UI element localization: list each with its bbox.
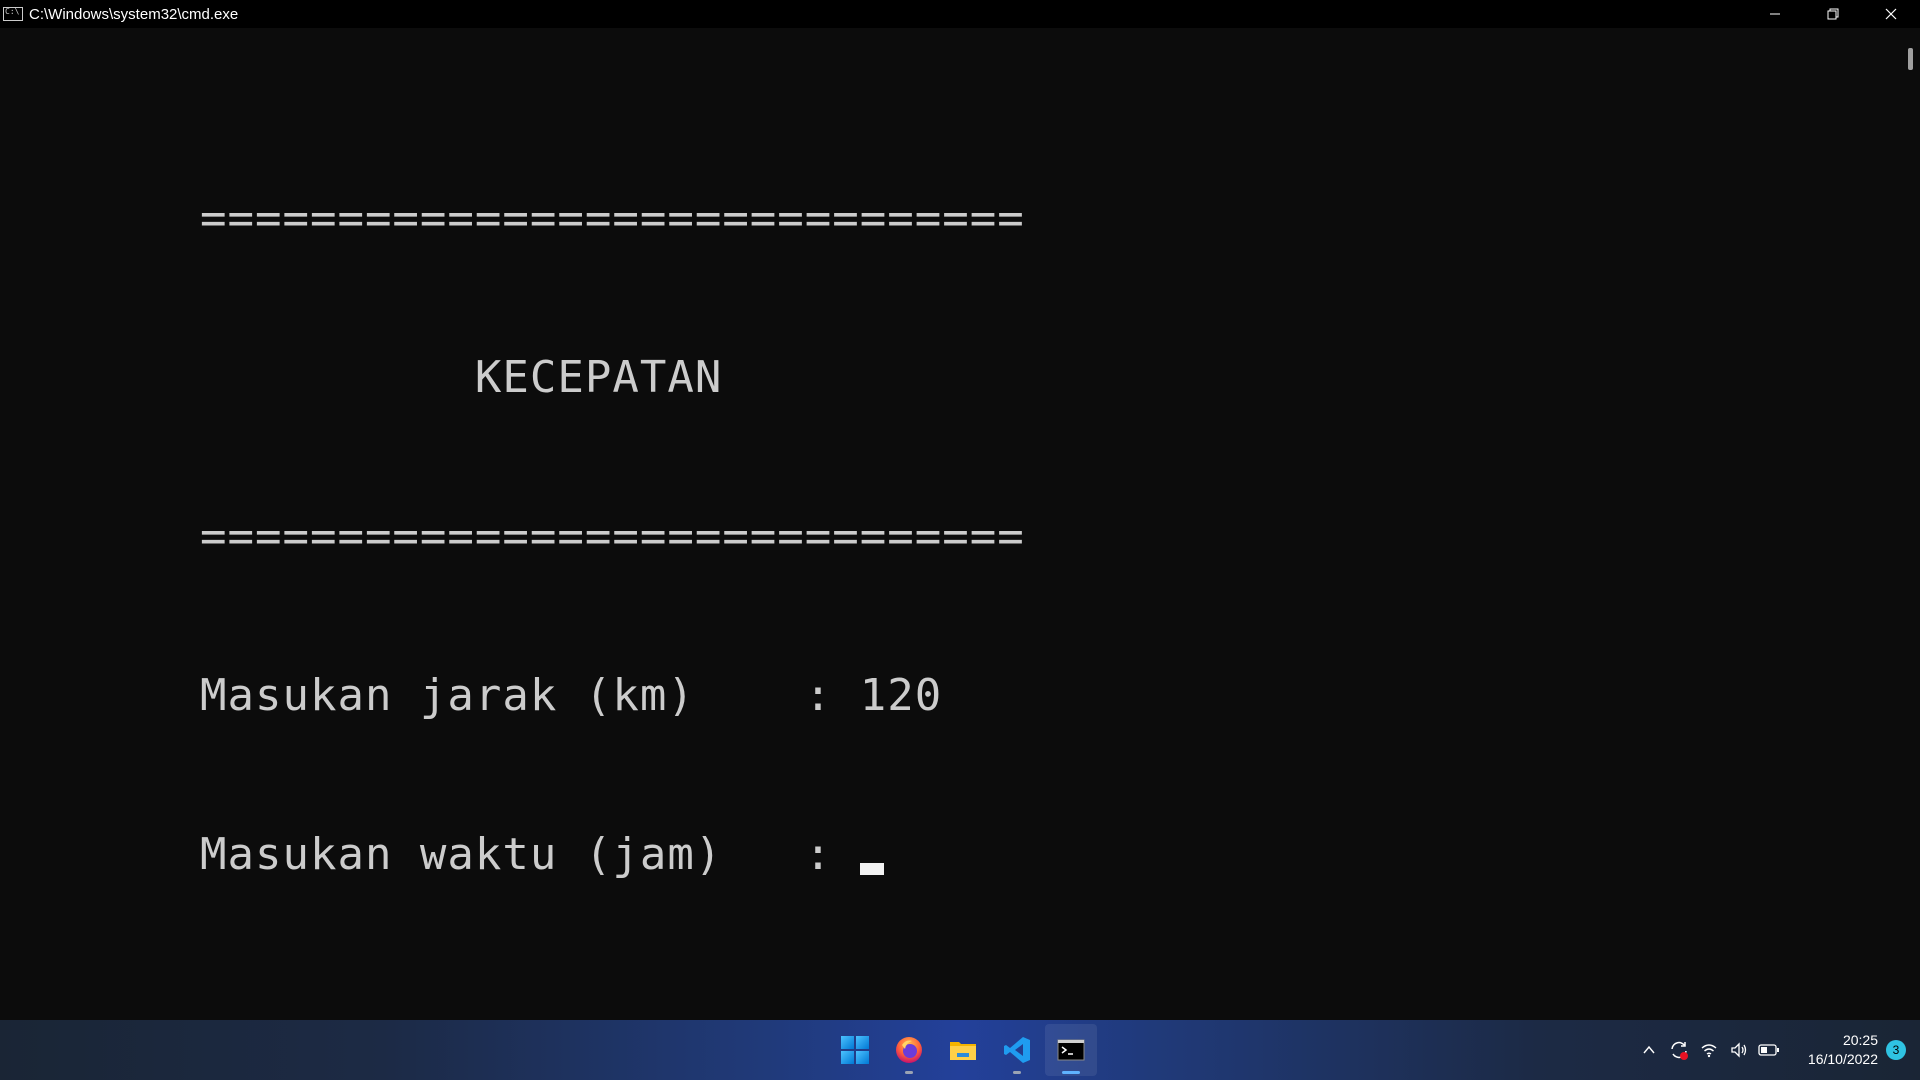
folder-icon [950,1042,976,1060]
taskbar-apps [828,1020,1098,1080]
separator-line: ============================== [200,511,1025,562]
distance-prompt: Masukan jarak (km) : 120 [200,670,943,721]
taskbar-clock[interactable]: 20:25 16/10/2022 [1794,1031,1878,1069]
cmd-app-icon [3,7,23,21]
close-icon [1885,8,1897,20]
speaker-icon [1731,1042,1747,1058]
running-indicator [905,1071,913,1074]
window-controls [1746,0,1920,28]
block-cursor [859,863,884,875]
network-button[interactable] [1694,1035,1724,1065]
clock-date: 16/10/2022 [1807,1051,1878,1067]
minimize-icon [1770,13,1780,15]
taskbar: 20:25 16/10/2022 3 [0,1020,1920,1080]
window-title: C:\Windows\system32\cmd.exe [29,5,239,23]
volume-button[interactable] [1724,1035,1754,1065]
sync-status-button[interactable] [1664,1035,1694,1065]
taskbar-command-prompt[interactable] [1045,1024,1097,1076]
restore-icon [1827,8,1839,20]
active-indicator [1062,1071,1080,1074]
console-output[interactable]: ============================== KECEPATAN… [200,86,1025,987]
system-tray: 20:25 16/10/2022 3 [1634,1020,1920,1080]
scrollbar-thumb[interactable] [1908,48,1913,70]
title-bar[interactable]: C:\Windows\system32\cmd.exe [0,0,1920,28]
chevron-up-icon [1643,1045,1655,1054]
vertical-scrollbar[interactable] [1894,28,1920,1020]
running-indicator [1013,1071,1021,1074]
start-button[interactable] [829,1024,881,1076]
vscode-icon [1004,1037,1030,1063]
taskbar-firefox[interactable] [883,1024,935,1076]
separator-line: ============================== [200,193,1025,244]
restore-button[interactable] [1804,0,1862,28]
close-button[interactable] [1862,0,1920,28]
wifi-icon [1701,1044,1717,1058]
battery-button[interactable] [1754,1035,1784,1065]
cmd-window: C:\Windows\system32\cmd.exe ============… [0,0,1920,1020]
time-prompt-line: Masukan waktu (jam) : [200,828,1025,881]
minimize-button[interactable] [1746,0,1804,28]
program-title: KECEPATAN [200,352,723,403]
terminal-icon [1057,1039,1085,1061]
windows-start-icon [841,1036,869,1064]
notification-badge[interactable]: 3 [1886,1040,1906,1060]
time-prompt: Masukan waktu (jam) : [200,829,860,880]
show-hidden-icons-button[interactable] [1634,1035,1664,1065]
sync-icon [1671,1041,1688,1060]
taskbar-vscode[interactable] [991,1024,1043,1076]
clock-time: 20:25 [1842,1032,1878,1048]
firefox-icon [896,1037,922,1063]
battery-icon [1758,1044,1779,1056]
taskbar-file-explorer[interactable] [937,1024,989,1076]
